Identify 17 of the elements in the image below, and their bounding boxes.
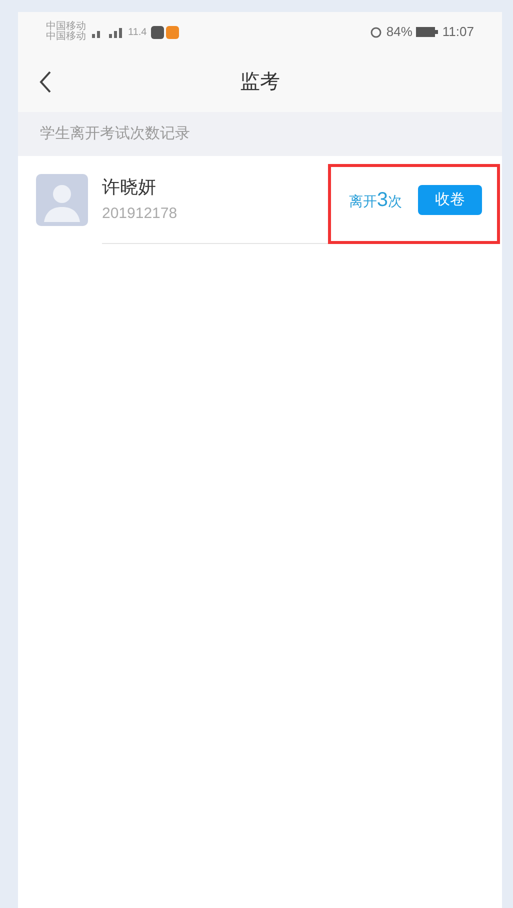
clock-time: 11:07 — [442, 23, 474, 42]
section-header: 学生离开考试次数记录 — [18, 112, 502, 156]
collect-paper-button[interactable]: 收卷 — [418, 185, 482, 215]
student-id: 201912178 — [102, 204, 178, 224]
app-icon — [150, 26, 164, 38]
carrier-label: 中国移动 — [46, 32, 86, 42]
signal-icon — [90, 26, 124, 38]
network-speed: 11.4 — [128, 26, 147, 40]
battery-icon — [416, 27, 438, 37]
page-title: 监考 — [240, 70, 280, 95]
battery-percent: 84% — [386, 23, 412, 42]
back-icon[interactable] — [38, 70, 52, 94]
app-icon — [166, 26, 179, 38]
carrier-label: 中国移动 — [46, 22, 86, 32]
student-name: 许晓妍 — [102, 176, 157, 199]
avatar-icon — [36, 174, 88, 226]
leave-count: 离开3次 — [348, 188, 402, 213]
